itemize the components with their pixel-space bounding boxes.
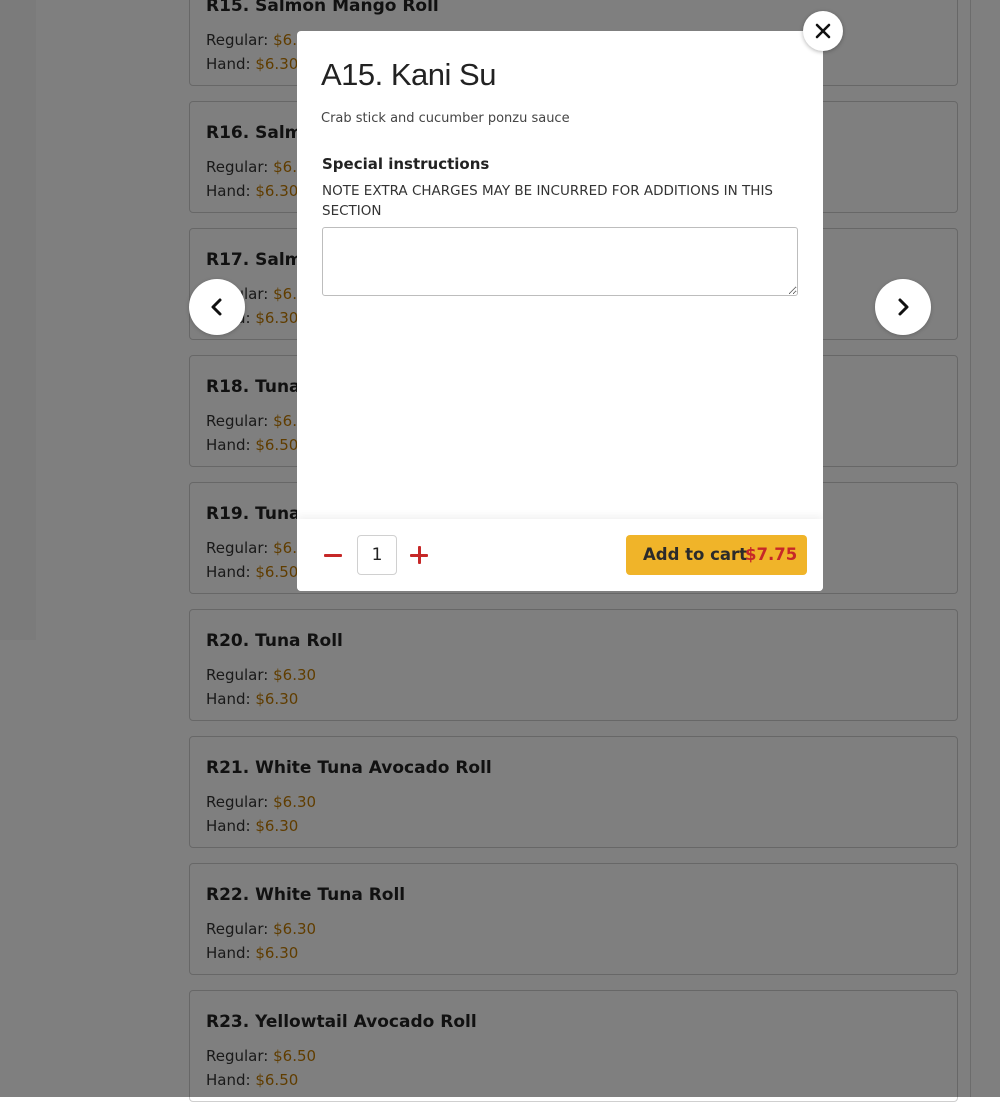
- add-to-cart-label: Add to cart: [643, 545, 748, 564]
- increase-quantity-button[interactable]: [403, 539, 435, 571]
- chevron-left-icon: [211, 298, 222, 316]
- close-icon: [815, 23, 831, 39]
- special-instructions-label: Special instructions: [322, 155, 490, 173]
- special-instructions-note: NOTE EXTRA CHARGES MAY BE INCURRED FOR A…: [322, 183, 774, 219]
- next-item-button[interactable]: [875, 279, 931, 335]
- modal-footer: 1 Add to cart $7.75: [297, 519, 823, 591]
- item-modal: A15. Kani Su Crab stick and cucumber pon…: [297, 31, 823, 591]
- item-title: A15. Kani Su: [321, 57, 496, 92]
- add-to-cart-price: $7.75: [745, 545, 798, 564]
- chevron-right-icon: [898, 298, 909, 316]
- quantity-input[interactable]: 1: [357, 535, 397, 575]
- previous-item-button[interactable]: [189, 279, 245, 335]
- item-description: Crab stick and cucumber ponzu sauce: [321, 111, 570, 126]
- close-modal-button[interactable]: [803, 11, 843, 51]
- decrease-quantity-button[interactable]: [317, 539, 349, 571]
- special-instructions-input[interactable]: [322, 227, 798, 296]
- add-to-cart-button[interactable]: Add to cart $7.75: [626, 535, 807, 575]
